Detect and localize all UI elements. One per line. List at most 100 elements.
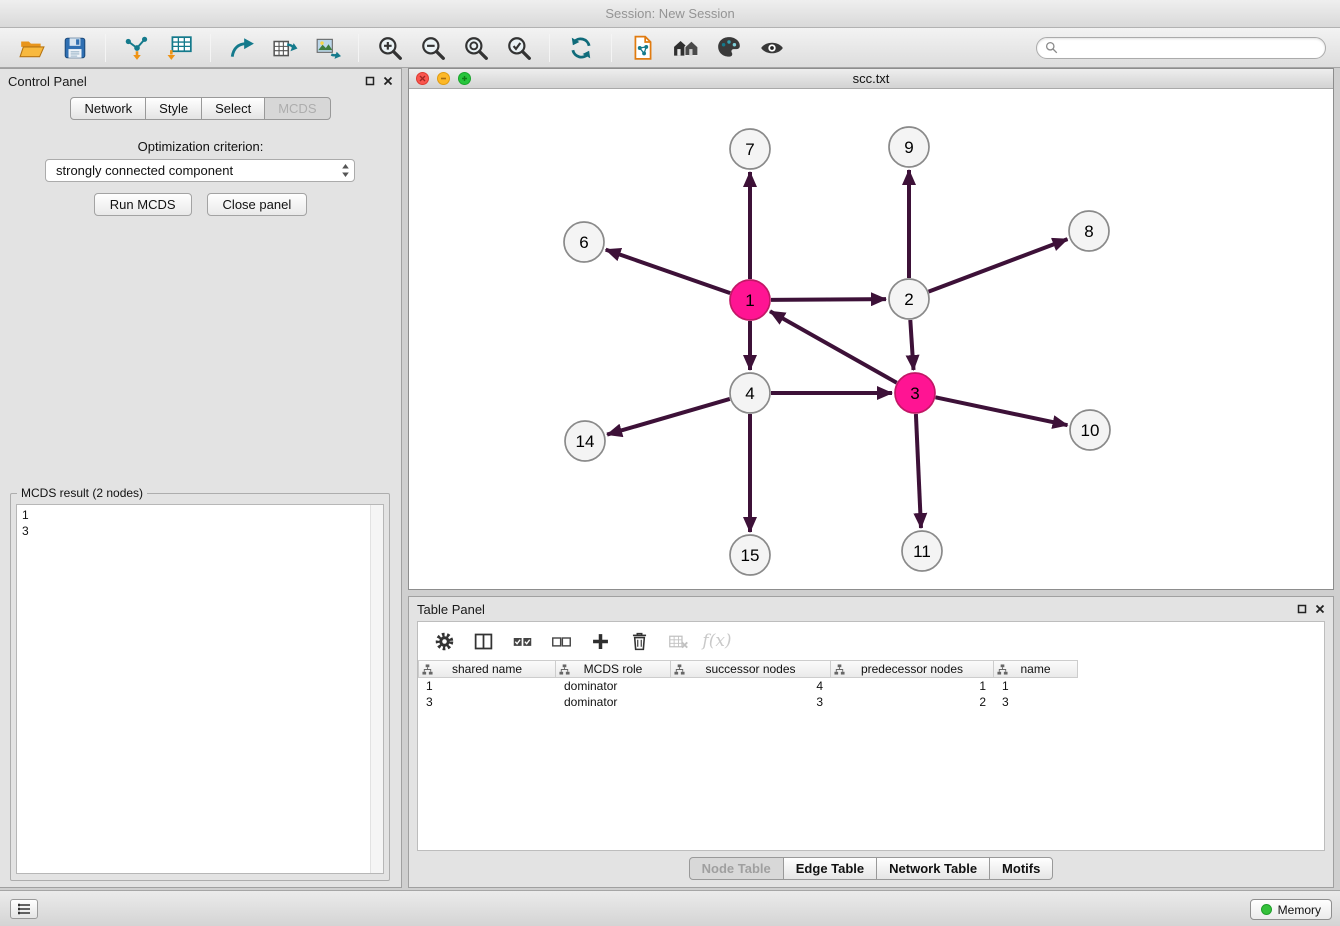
criterion-select[interactable]: strongly connected component xyxy=(45,159,355,182)
edge-1-2[interactable] xyxy=(771,299,886,300)
node-14[interactable]: 14 xyxy=(565,421,605,461)
tab-select[interactable]: Select xyxy=(201,97,265,120)
show-columns-button[interactable] xyxy=(465,626,501,656)
mcds-result-box: MCDS result (2 nodes) 13 xyxy=(10,493,390,881)
unselect-all-icon xyxy=(551,631,572,652)
delete-rows-button[interactable] xyxy=(621,626,657,656)
column-header-successor-nodes[interactable]: successor nodes xyxy=(671,660,831,678)
zoom-in-button[interactable] xyxy=(371,31,408,65)
column-header-label: successor nodes xyxy=(705,662,795,676)
node-2[interactable]: 2 xyxy=(889,279,929,319)
apply-layout-button[interactable] xyxy=(562,31,599,65)
control-panel-title: Control Panel xyxy=(8,74,87,89)
new-network-from-selection-button[interactable] xyxy=(624,31,661,65)
float-panel-icon[interactable] xyxy=(365,76,375,86)
node-9[interactable]: 9 xyxy=(889,127,929,167)
export-table-button[interactable] xyxy=(266,31,303,65)
table-panel: Table Panel f(x) shared nameMCDS rolesuc… xyxy=(408,596,1334,888)
node-1[interactable]: 1 xyxy=(730,280,770,320)
edge-2-3[interactable] xyxy=(910,320,913,370)
search-input[interactable] xyxy=(1063,40,1317,55)
unselect-all-button[interactable] xyxy=(543,626,579,656)
zoom-fit-button[interactable] xyxy=(457,31,494,65)
node-label: 11 xyxy=(913,542,931,561)
table-settings-button[interactable] xyxy=(426,626,462,656)
tab-edge-table[interactable]: Edge Table xyxy=(783,857,877,880)
first-neighbors-button[interactable] xyxy=(667,31,704,65)
panel-menu-button[interactable] xyxy=(10,899,38,919)
tab-node-table[interactable]: Node Table xyxy=(689,857,784,880)
import-network-button[interactable] xyxy=(118,31,155,65)
export-image-icon xyxy=(315,35,341,61)
node-6[interactable]: 6 xyxy=(564,222,604,262)
column-header-mcds-role[interactable]: MCDS role xyxy=(556,660,671,678)
zoom-selected-button[interactable] xyxy=(500,31,537,65)
edge-1-6[interactable] xyxy=(606,250,731,294)
close-table-panel-icon[interactable] xyxy=(1315,604,1325,614)
node-4[interactable]: 4 xyxy=(730,373,770,413)
column-header-name[interactable]: name xyxy=(994,660,1078,678)
style-graphics-button[interactable] xyxy=(710,31,747,65)
edge-4-14[interactable] xyxy=(607,399,730,435)
add-column-button[interactable] xyxy=(582,626,618,656)
edge-3-11[interactable] xyxy=(916,414,921,528)
tab-network[interactable]: Network xyxy=(70,97,146,120)
import-network-icon xyxy=(124,35,150,61)
edge-2-8[interactable] xyxy=(929,239,1068,292)
import-table-button[interactable] xyxy=(161,31,198,65)
table-toolbar: f(x) xyxy=(418,622,1324,660)
export-network-button[interactable] xyxy=(223,31,260,65)
column-header-label: predecessor nodes xyxy=(861,662,963,676)
function-builder-label: f(x) xyxy=(702,631,731,651)
window-close-button[interactable] xyxy=(416,72,429,85)
node-15[interactable]: 15 xyxy=(730,535,770,575)
cell-predecessor-nodes: 2 xyxy=(831,694,994,710)
mcds-result-lines: 13 xyxy=(17,505,383,541)
open-session-button[interactable] xyxy=(13,31,50,65)
node-11[interactable]: 11 xyxy=(902,531,942,571)
tab-motifs[interactable]: Motifs xyxy=(989,857,1053,880)
edge-3-1[interactable] xyxy=(770,311,897,382)
export-image-button[interactable] xyxy=(309,31,346,65)
save-session-button[interactable] xyxy=(56,31,93,65)
criterion-select-value: strongly connected component xyxy=(56,163,233,178)
mcds-result-area: 13 xyxy=(16,504,384,874)
close-panel-button[interactable]: Close panel xyxy=(207,193,308,216)
cell-mcds-role: dominator xyxy=(556,678,671,694)
close-panel-icon[interactable] xyxy=(383,76,393,86)
edge-3-10[interactable] xyxy=(936,397,1068,425)
show-hide-details-icon xyxy=(759,35,785,61)
show-hide-details-button[interactable] xyxy=(753,31,790,65)
node-label: 9 xyxy=(904,138,913,157)
tab-network-table[interactable]: Network Table xyxy=(876,857,990,880)
select-all-button[interactable] xyxy=(504,626,540,656)
result-scrollbar[interactable] xyxy=(370,505,383,873)
table-body: 1dominator4113dominator323 xyxy=(418,678,1324,710)
column-header-label: name xyxy=(1020,662,1050,676)
run-mcds-button[interactable]: Run MCDS xyxy=(94,193,192,216)
node-8[interactable]: 8 xyxy=(1069,211,1109,251)
network-canvas[interactable]: 7 9 6 8 1 2 4 3 14 10 15 11 xyxy=(409,90,1333,590)
tab-style[interactable]: Style xyxy=(145,97,202,120)
search-field[interactable] xyxy=(1036,37,1326,59)
network-window-titlebar[interactable]: scc.txt xyxy=(409,69,1333,89)
node-3[interactable]: 3 xyxy=(895,373,935,413)
zoom-in-icon xyxy=(377,35,403,61)
column-header-predecessor-nodes[interactable]: predecessor nodes xyxy=(831,660,994,678)
tab-mcds[interactable]: MCDS xyxy=(264,97,330,120)
node-10[interactable]: 10 xyxy=(1070,410,1110,450)
cell-shared-name: 3 xyxy=(418,694,556,710)
table-row[interactable]: 1dominator411 xyxy=(418,678,1324,694)
memory-button[interactable]: Memory xyxy=(1250,899,1332,920)
column-header-shared-name[interactable]: shared name xyxy=(418,660,556,678)
window-zoom-button[interactable] xyxy=(458,72,471,85)
memory-indicator-dot xyxy=(1261,904,1272,915)
list-menu-icon xyxy=(17,903,31,915)
node-7[interactable]: 7 xyxy=(730,129,770,169)
window-minimize-button[interactable] xyxy=(437,72,450,85)
table-row[interactable]: 3dominator323 xyxy=(418,694,1324,710)
search-icon xyxy=(1045,41,1058,54)
float-table-panel-icon[interactable] xyxy=(1297,604,1307,614)
attribute-type-icon xyxy=(834,664,845,675)
zoom-out-button[interactable] xyxy=(414,31,451,65)
